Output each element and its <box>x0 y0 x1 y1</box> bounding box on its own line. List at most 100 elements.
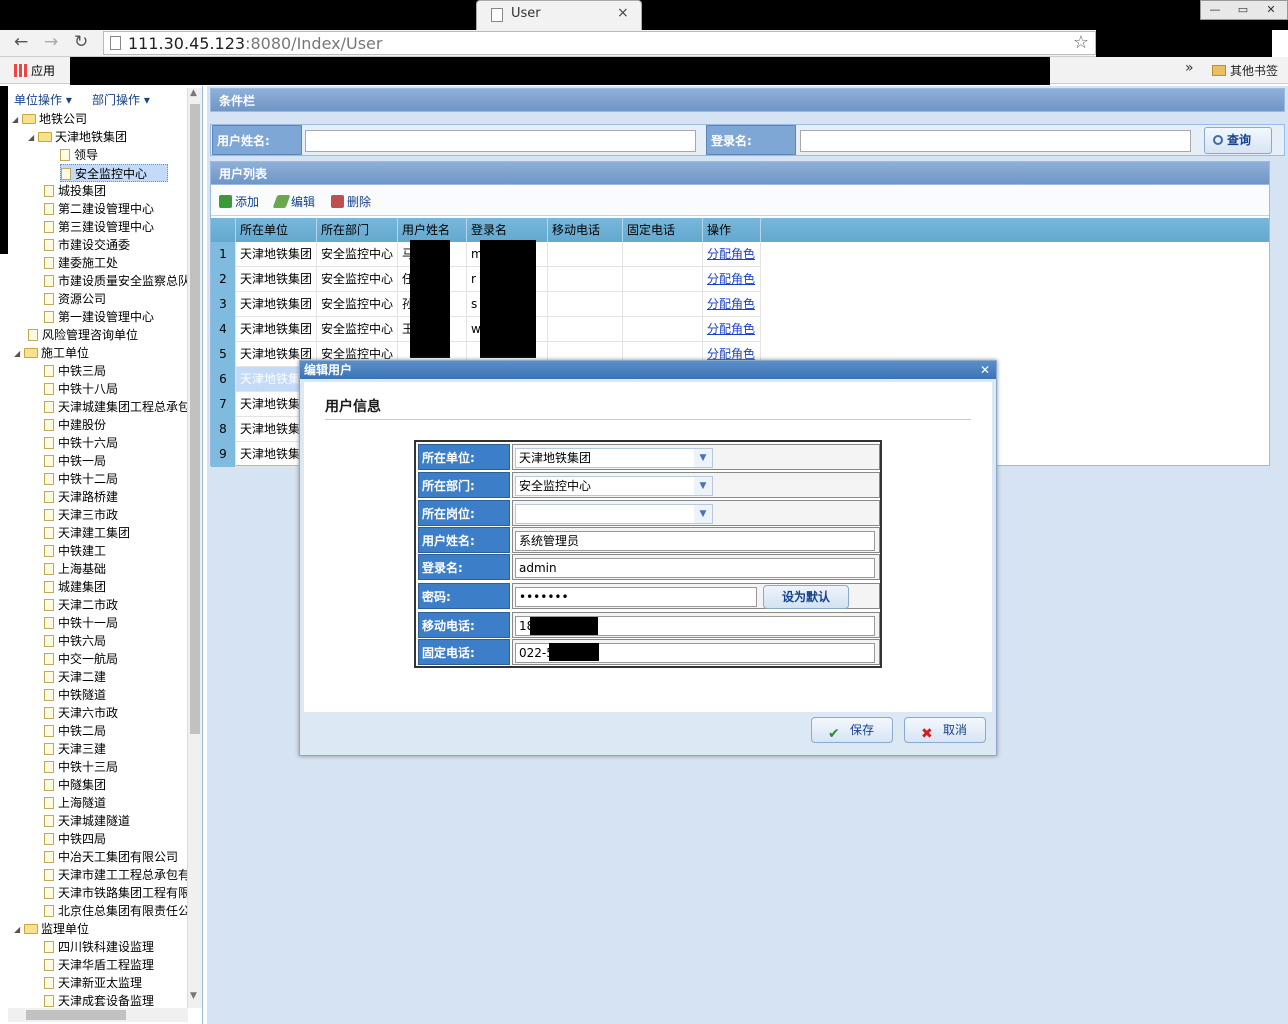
dept-ops-menu[interactable]: 部门操作 ▾ <box>92 91 150 108</box>
password-field[interactable]: ••••••• <box>515 587 757 607</box>
tree-node[interactable]: 天津六市政 <box>44 704 118 722</box>
tree-node[interactable]: 中交一航局 <box>44 650 118 668</box>
column-header[interactable]: 操作 <box>703 218 761 242</box>
assign-role-link[interactable]: 分配角色 <box>707 272 755 286</box>
forward-icon[interactable]: → <box>44 32 58 52</box>
reload-icon[interactable]: ↻ <box>74 32 88 52</box>
tree-node[interactable]: 中建股份 <box>44 416 106 434</box>
restore-icon[interactable]: ▭ <box>1229 1 1257 19</box>
bookmark-star-icon[interactable]: ☆ <box>1073 32 1089 53</box>
column-header[interactable]: 用户姓名 <box>398 218 467 242</box>
tree-node[interactable]: 天津新亚太监理 <box>44 974 142 992</box>
tree-node[interactable]: 第二建设管理中心 <box>44 200 154 218</box>
tree-node[interactable]: 中铁三局 <box>44 362 106 380</box>
browser-tab[interactable]: User × <box>476 0 642 30</box>
tree-node[interactable]: 天津三市政 <box>44 506 118 524</box>
tree-node[interactable]: 领导 <box>60 146 98 164</box>
unit-ops-menu[interactable]: 单位操作 ▾ <box>14 91 72 108</box>
tree-node[interactable]: 天津城建集团工程总承包 <box>44 398 188 416</box>
expand-toggle-icon[interactable]: ◢ <box>14 921 24 939</box>
post-select[interactable]: ▼ <box>515 504 713 524</box>
close-window-icon[interactable]: ✕ <box>1257 1 1285 19</box>
expand-toggle-icon[interactable]: ◢ <box>14 345 24 363</box>
assign-role-link[interactable]: 分配角色 <box>707 322 755 336</box>
tree-node[interactable]: 天津建工集团 <box>44 524 130 542</box>
tree-node[interactable]: 天津市建工工程总承包有 <box>44 866 188 884</box>
delete-button[interactable]: 删除 <box>331 193 371 210</box>
tree-node[interactable]: 天津市铁路集团工程有限 <box>44 884 188 902</box>
tree-node[interactable]: ◢ 施工单位 <box>14 344 89 362</box>
cancel-button[interactable]: ✖ 取消 <box>904 717 986 743</box>
tree-node[interactable]: 天津华盾工程监理 <box>44 956 154 974</box>
column-header[interactable]: 所在单位 <box>236 218 317 242</box>
tree-node[interactable]: 中铁十八局 <box>44 380 118 398</box>
edit-button[interactable]: 编辑 <box>272 193 315 210</box>
horizontal-scrollbar[interactable] <box>8 1008 188 1022</box>
tree-node[interactable]: 中铁六局 <box>44 632 106 650</box>
tree-node[interactable]: 第三建设管理中心 <box>44 218 154 236</box>
tree-node[interactable]: 第一建设管理中心 <box>44 308 154 326</box>
expand-toggle-icon[interactable]: ◢ <box>28 129 38 147</box>
tree-node[interactable]: 上海基础 <box>44 560 106 578</box>
tree-node[interactable]: 风险管理咨询单位 <box>28 326 138 344</box>
table-cell <box>548 242 623 267</box>
tree-node[interactable]: 上海隧道 <box>44 794 106 812</box>
back-icon[interactable]: ← <box>14 32 28 52</box>
expand-toggle-icon[interactable]: ◢ <box>12 111 22 129</box>
tree-node[interactable]: 市建设交通委 <box>44 236 130 254</box>
user-name-field[interactable]: 系统管理员 <box>515 531 875 551</box>
tree-node[interactable]: ◢ 天津地铁集团 <box>28 128 127 146</box>
minimize-icon[interactable]: — <box>1201 1 1229 19</box>
tree-node[interactable]: 中铁十一局 <box>44 614 118 632</box>
assign-role-link[interactable]: 分配角色 <box>707 297 755 311</box>
tree-node[interactable]: 天津路桥建 <box>44 488 118 506</box>
tree-node[interactable]: 天津二建 <box>44 668 106 686</box>
save-button[interactable]: ✔ 保存 <box>811 717 893 743</box>
search-button[interactable]: 查询 <box>1204 127 1272 154</box>
tree-node[interactable]: 中隧集团 <box>44 776 106 794</box>
vertical-scrollbar[interactable]: ▲ ▼ <box>187 88 202 1008</box>
column-header[interactable]: 登录名 <box>467 218 548 242</box>
address-bar[interactable]: 111.30.45.123:8080/Index/User ☆ <box>103 31 1096 55</box>
column-header[interactable]: 移动电话 <box>548 218 623 242</box>
dialog-close-icon[interactable]: ✕ <box>980 361 990 379</box>
column-header[interactable]: 固定电话 <box>623 218 703 242</box>
tree-node[interactable]: ◢ 地铁公司 <box>12 110 87 128</box>
login-search-input[interactable] <box>800 130 1191 152</box>
dept-select[interactable]: 安全监控中心 ▼ <box>515 476 713 496</box>
tree-node[interactable]: 城建集团 <box>44 578 106 596</box>
tree-node[interactable]: 建委施工处 <box>44 254 118 272</box>
tree-node[interactable]: 中铁隧道 <box>44 686 106 704</box>
tree-node[interactable]: 天津二市政 <box>44 596 118 614</box>
tree-node[interactable]: 中铁十六局 <box>44 434 118 452</box>
column-header[interactable]: 所在部门 <box>317 218 398 242</box>
tree-node[interactable]: 四川铁科建设监理 <box>44 938 154 956</box>
name-search-input[interactable] <box>305 130 696 152</box>
tree-node[interactable]: 天津成套设备监理 <box>44 992 154 1008</box>
assign-role-link[interactable]: 分配角色 <box>707 247 755 261</box>
tree-node[interactable]: 北京住总集团有限责任公 <box>44 902 188 920</box>
assign-role-link[interactable]: 分配角色 <box>707 347 755 361</box>
tree-node[interactable]: 中铁一局 <box>44 452 106 470</box>
apps-button[interactable]: 应用 <box>14 62 55 79</box>
tree-node[interactable]: ◢ 监理单位 <box>14 920 89 938</box>
tree-node[interactable]: 城投集团 <box>44 182 106 200</box>
tree-node[interactable]: 天津三建 <box>44 740 106 758</box>
add-button[interactable]: 添加 <box>219 193 259 210</box>
unit-select[interactable]: 天津地铁集团 ▼ <box>515 448 713 468</box>
tree-node[interactable]: 天津城建隧道 <box>44 812 130 830</box>
tree-node[interactable]: 市建设质量安全监察总队 <box>44 272 188 290</box>
tree-node[interactable]: 中铁二局 <box>44 722 106 740</box>
tree-node[interactable]: 安全监控中心 <box>60 164 168 182</box>
tree-node[interactable]: 中铁建工 <box>44 542 106 560</box>
tree-node[interactable]: 中冶天工集团有限公司 <box>44 848 178 866</box>
tab-close-icon[interactable]: × <box>617 5 629 21</box>
set-default-button[interactable]: 设为默认 <box>763 585 849 609</box>
more-bookmarks-icon[interactable]: » <box>1185 60 1194 76</box>
tree-node[interactable]: 资源公司 <box>44 290 106 308</box>
tree-node[interactable]: 中铁四局 <box>44 830 106 848</box>
other-bookmarks[interactable]: 其他书签 <box>1212 62 1278 79</box>
login-name-field[interactable]: admin <box>515 558 875 578</box>
tree-node[interactable]: 中铁十三局 <box>44 758 118 776</box>
tree-node[interactable]: 中铁十二局 <box>44 470 118 488</box>
